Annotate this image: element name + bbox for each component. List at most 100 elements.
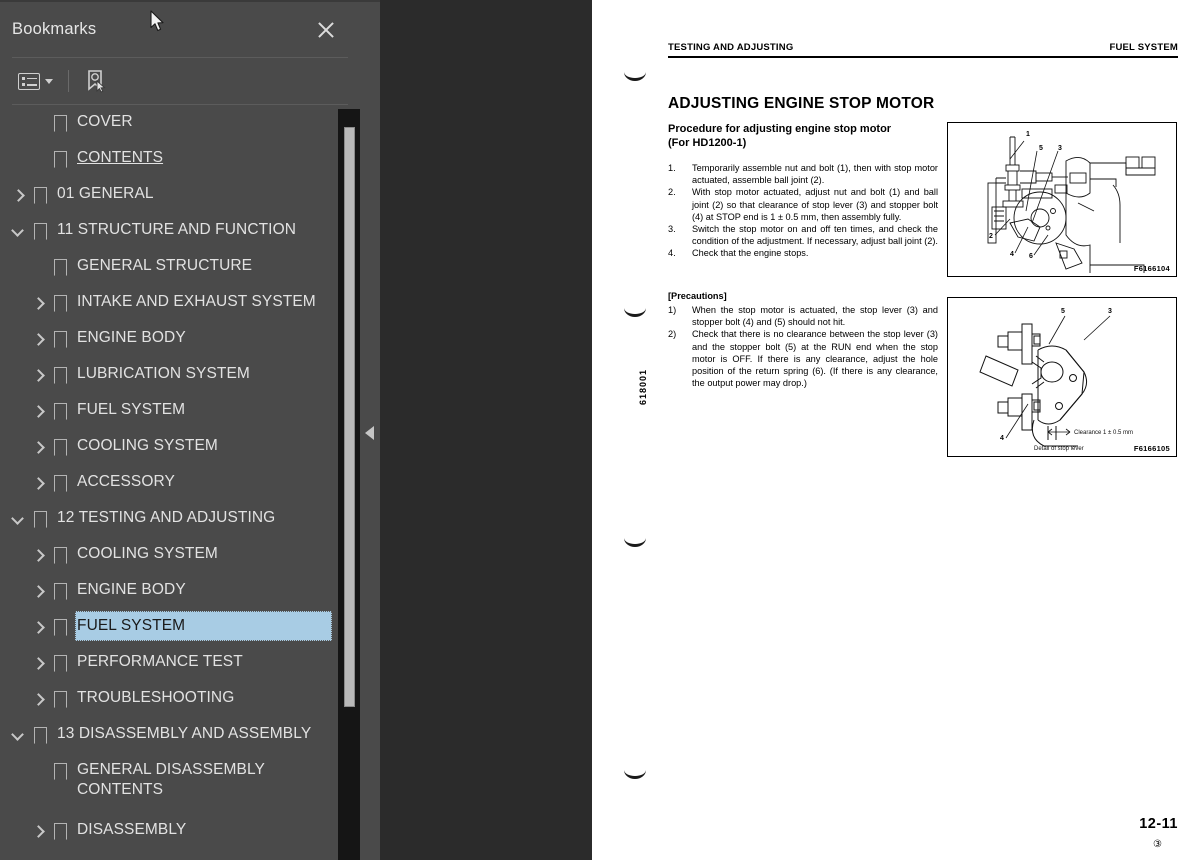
list-item: 1) When the stop motor is actuated, the s… [668, 304, 938, 328]
bookmark-item-label: DISASSEMBLY [77, 821, 187, 838]
new-bookmark-button[interactable] [84, 69, 108, 93]
bookmark-item-label: 11 STRUCTURE AND FUNCTION [57, 221, 297, 238]
bookmark-item[interactable]: 01 GENERAL [0, 177, 360, 213]
figure1-callout-4: 4 [1010, 251, 1014, 258]
bookmark-item-label: CONTENTS [77, 149, 164, 166]
procedure-list: 1. Temporarily assemble nut and bolt (1),… [668, 162, 938, 260]
bookmark-item[interactable]: PERFORMANCE TEST [0, 645, 360, 681]
list-item: 2. With stop motor actuated, adjust nut a… [668, 186, 938, 223]
figure-stop-lever-detail: Clearance 1 ± 0.5 mm Detail of stop leve… [947, 297, 1177, 457]
close-icon[interactable] [314, 18, 338, 42]
bookmark-item[interactable]: DISASSEMBLY [0, 813, 360, 849]
svg-text:Clearance 1 ± 0.5 mm: Clearance 1 ± 0.5 mm [1074, 430, 1133, 436]
bookmark-item-label: 01 GENERAL [57, 185, 154, 202]
chevron-right-icon[interactable] [30, 332, 46, 348]
bookmark-icon [54, 547, 67, 564]
chevron-right-icon[interactable] [30, 368, 46, 384]
bookmark-icon [54, 151, 67, 168]
bookmark-item[interactable]: FUEL SYSTEM [0, 393, 360, 429]
bookmark-item[interactable]: COVER [0, 105, 360, 141]
bookmark-item[interactable]: COOLING SYSTEM [0, 429, 360, 465]
bookmark-item[interactable]: GENERAL DISASSEMBLY CONTENTS [0, 753, 360, 813]
list-item: 4. Check that the engine stops. [668, 247, 938, 259]
list-item-number: 2. [668, 187, 676, 198]
bookmark-item[interactable]: GENERAL STRUCTURE [0, 249, 360, 285]
bookmark-icon [54, 403, 67, 420]
bookmark-item[interactable]: ENGINE BODY [0, 321, 360, 357]
toolbar-separator [68, 70, 69, 92]
bookmark-icon [34, 727, 47, 744]
chevron-down-icon[interactable] [10, 728, 26, 744]
figure2-callout-3: 3 [1108, 308, 1112, 315]
panel-gutter [360, 0, 380, 860]
figure2-id: F6166105 [1133, 444, 1170, 453]
chevron-right-icon[interactable] [30, 296, 46, 312]
chevron-down-icon[interactable] [10, 512, 26, 528]
chevron-right-icon[interactable] [30, 548, 46, 564]
chevron-right-icon[interactable] [30, 620, 46, 636]
section-subheading: Procedure for adjusting engine stop moto… [668, 123, 892, 149]
bookmarks-panel-header: Bookmarks [0, 2, 360, 57]
figure1-id: F6166104 [1133, 264, 1170, 273]
bookmark-options-button[interactable] [18, 72, 53, 90]
document-side-code: 618001 [638, 368, 648, 405]
precautions-list: 1) When the stop motor is actuated, the s… [668, 304, 938, 389]
bookmark-icon [54, 655, 67, 672]
chevron-right-icon[interactable] [30, 476, 46, 492]
svg-text:Detail of stop lever: Detail of stop lever [1034, 446, 1084, 452]
figure1-callout-1: 1 [1026, 131, 1030, 138]
chevron-right-icon[interactable] [30, 824, 46, 840]
bookmarks-panel: Bookmarks COVER CONTENTS 01 GENERAL 11 S… [0, 0, 360, 860]
chevron-right-icon[interactable] [30, 692, 46, 708]
collapse-left-triangle-icon[interactable] [365, 426, 374, 440]
bookmark-item[interactable]: 12 TESTING AND ADJUSTING [0, 501, 360, 537]
figure-engine-stop-motor-assembly: 1 5 3 2 4 6 F6166104 [947, 122, 1177, 277]
bookmark-item-label: ENGINE BODY [77, 581, 186, 598]
bookmark-item-label: COOLING SYSTEM [77, 545, 218, 562]
bookmark-item[interactable]: FUEL SYSTEM [0, 609, 360, 645]
chevron-right-icon[interactable] [30, 440, 46, 456]
list-item-number: 1) [668, 305, 677, 315]
figure1-callout-6: 6 [1029, 253, 1033, 260]
bookmark-icon [54, 259, 67, 276]
bookmarks-scrollbar-track[interactable] [338, 109, 360, 860]
figure1-callout-2: 2 [989, 233, 993, 240]
running-head-right: FUEL SYSTEM [1109, 42, 1178, 53]
bookmark-item-label: GENERAL DISASSEMBLY CONTENTS [77, 761, 265, 798]
bookmark-item[interactable]: LUBRICATION SYSTEM [0, 357, 360, 393]
mouse-cursor [150, 10, 166, 33]
bookmark-item[interactable]: TROUBLESHOOTING [0, 681, 360, 717]
bookmarks-toolbar [0, 58, 360, 104]
figure2-callout-4: 4 [1000, 435, 1004, 442]
bookmark-item[interactable]: ENGINE BODY [0, 573, 360, 609]
bookmark-item[interactable]: 13 DISASSEMBLY AND ASSEMBLY [0, 717, 360, 753]
chevron-down-icon[interactable] [10, 224, 26, 240]
bookmark-icon [54, 763, 67, 780]
list-item-text: Check that there is no clearance between… [692, 329, 938, 389]
list-item-number: 4. [668, 248, 676, 259]
bookmark-item[interactable]: 11 STRUCTURE AND FUNCTION [0, 213, 360, 249]
bookmark-icon [54, 583, 67, 600]
section-heading: ADJUSTING ENGINE STOP MOTOR [668, 95, 935, 112]
figure2-callout-5: 5 [1061, 308, 1065, 315]
chevron-right-icon[interactable] [10, 188, 26, 204]
page-curl-mark [624, 308, 646, 317]
bookmark-item[interactable]: ACCESSORY [0, 465, 360, 501]
list-item-text: Switch the stop motor on and off ten tim… [692, 224, 938, 247]
bookmark-item[interactable]: COOLING SYSTEM [0, 537, 360, 573]
list-item-text: Check that the engine stops. [692, 248, 809, 259]
chevron-right-icon[interactable] [30, 584, 46, 600]
bookmark-icon [54, 331, 67, 348]
page-number: 12-11 [1139, 816, 1178, 832]
bookmark-icon [54, 619, 67, 636]
figure1-callout-5: 5 [1039, 145, 1043, 152]
bookmarks-scrollbar-thumb[interactable] [344, 127, 355, 707]
bookmark-item[interactable]: CONTENTS [0, 141, 360, 177]
bookmark-item[interactable]: INTAKE AND EXHAUST SYSTEM [0, 285, 360, 321]
list-item: 1. Temporarily assemble nut and bolt (1),… [668, 162, 938, 186]
bookmark-item-label: FUEL SYSTEM [77, 617, 186, 634]
chevron-right-icon[interactable] [30, 404, 46, 420]
chevron-right-icon[interactable] [30, 656, 46, 672]
list-item: 2) Check that there is no clearance betwe… [668, 328, 938, 389]
bookmarks-tree[interactable]: COVER CONTENTS 01 GENERAL 11 STRUCTURE AND … [0, 105, 360, 860]
